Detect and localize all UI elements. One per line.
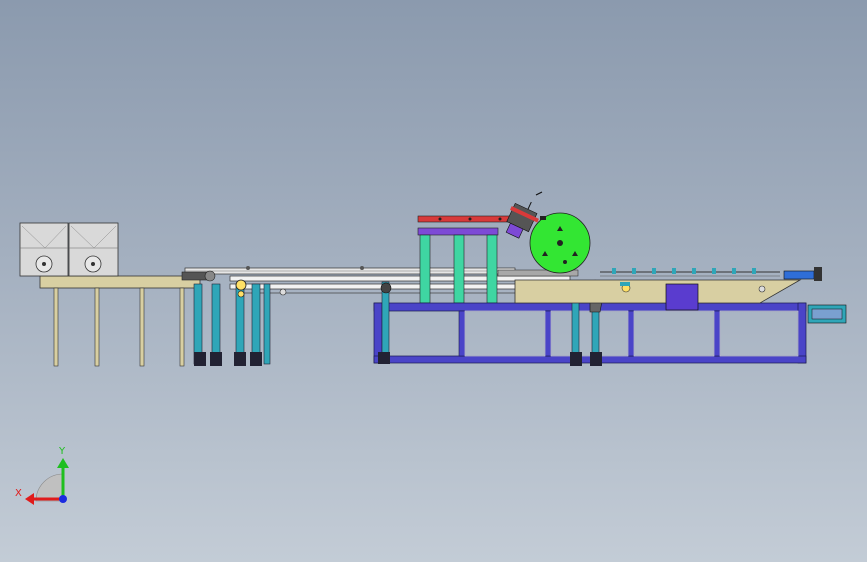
y-axis-label: Y <box>58 446 66 457</box>
gantry-column <box>486 234 498 304</box>
gantry-violet-beam <box>417 227 499 236</box>
x-axis-label: X <box>15 488 22 499</box>
feed-table-top <box>39 275 201 289</box>
feed-table-leg <box>179 287 185 367</box>
gantry-column <box>453 234 465 304</box>
storage-box-1 <box>19 222 69 277</box>
feed-table-leg <box>53 287 59 367</box>
storage-box-2 <box>68 222 119 277</box>
axis-triad: Y X <box>15 446 69 505</box>
gantry-column <box>419 234 431 304</box>
machine-drawing: Y X <box>15 191 847 505</box>
teal-leg-group-left <box>181 270 271 366</box>
gantry-red-beam <box>417 215 519 223</box>
control-box <box>665 283 699 311</box>
green-drum <box>529 212 591 274</box>
gear-icon <box>235 279 247 291</box>
feed-table-leg <box>139 287 145 367</box>
z-axis-dot <box>59 495 67 503</box>
left-feed-table <box>39 275 201 367</box>
feed-table-leg <box>94 287 100 367</box>
cad-viewport[interactable]: Y X <box>0 0 867 562</box>
